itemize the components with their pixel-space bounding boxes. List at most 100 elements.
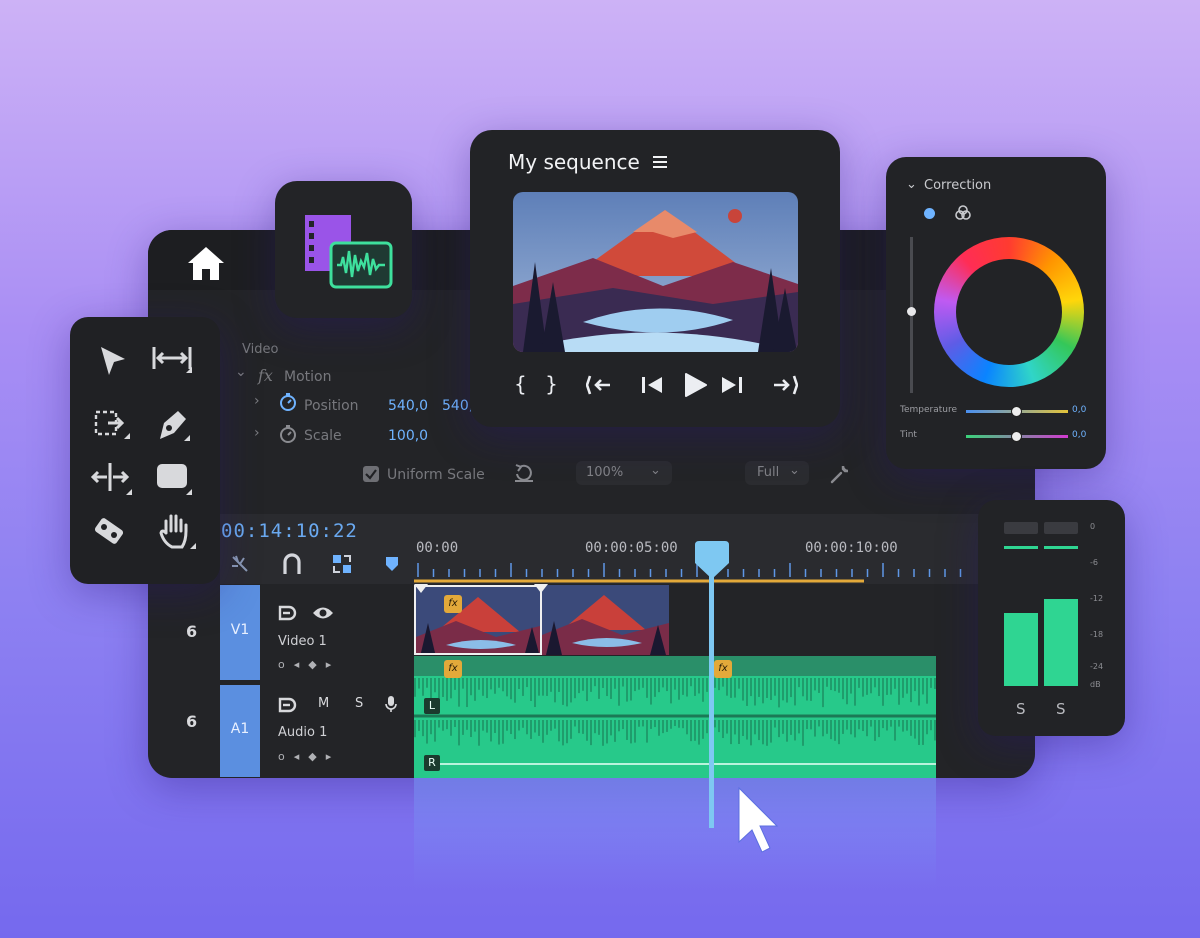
waveform-bar <box>566 720 568 744</box>
go-to-in-icon[interactable] <box>586 374 614 396</box>
waveform-bar <box>642 678 644 688</box>
waveform-bar <box>598 678 600 699</box>
solo-button[interactable]: S <box>355 696 363 711</box>
scale-chevron[interactable]: › <box>254 425 260 441</box>
position-y-value[interactable]: 540, <box>442 398 473 414</box>
audio-track-lock[interactable]: 6 <box>186 712 197 731</box>
razor-tool-icon[interactable] <box>90 513 130 553</box>
waveform-bar <box>510 678 512 700</box>
waveform-bar <box>742 720 744 736</box>
mute-button[interactable]: M <box>318 696 329 711</box>
snap-off-icon[interactable] <box>228 552 252 576</box>
meter-peak-hold-left <box>1004 546 1038 549</box>
mark-in-out-buttons[interactable]: { } <box>514 372 564 396</box>
scale-value[interactable]: 100,0 <box>388 428 428 444</box>
linked-selection-icon[interactable] <box>330 552 354 576</box>
wrench-icon[interactable] <box>828 462 852 486</box>
solo-right-button[interactable]: S <box>1056 700 1066 718</box>
step-back-icon[interactable] <box>640 374 664 396</box>
microphone-icon[interactable] <box>385 695 397 713</box>
reset-icon[interactable] <box>512 462 536 484</box>
playhead-line[interactable] <box>709 566 714 828</box>
toggle-sync-icon[interactable] <box>277 604 297 622</box>
waveform-bar <box>438 720 440 728</box>
waveform-bar <box>778 678 780 708</box>
luma-slider-handle[interactable] <box>907 307 916 316</box>
waveform-bar <box>614 678 616 689</box>
audio-fx-badge[interactable]: fx <box>714 660 732 678</box>
playhead-handle[interactable] <box>693 539 731 581</box>
waveform-bar <box>450 678 452 699</box>
curves-mode-icon[interactable] <box>954 204 972 222</box>
waveform-bar <box>814 678 816 691</box>
solo-left-button[interactable]: S <box>1016 700 1026 718</box>
play-icon[interactable] <box>682 372 708 398</box>
waveform-bar <box>874 720 876 741</box>
step-forward-icon[interactable] <box>720 374 744 396</box>
effects-section-label: Video <box>242 342 279 357</box>
temperature-value[interactable]: 0,0 <box>1072 405 1086 415</box>
waveform-bar <box>722 720 724 739</box>
selection-tool-icon[interactable] <box>98 345 128 379</box>
magnet-icon[interactable] <box>281 552 303 576</box>
waveform-bar <box>738 720 740 744</box>
go-to-out-icon[interactable] <box>770 374 798 396</box>
waveform-bar <box>914 720 916 739</box>
audio-fx-badge[interactable]: fx <box>444 660 462 678</box>
audio-keyframe-controls[interactable]: o◂◆▸ <box>278 750 340 763</box>
position-chevron[interactable]: › <box>254 393 260 409</box>
waveform-bar <box>774 720 776 728</box>
waveform-bar <box>626 720 628 740</box>
position-stopwatch-icon[interactable] <box>278 392 298 412</box>
rectangle-tool-icon[interactable] <box>154 459 194 497</box>
waveform-bar <box>630 720 632 744</box>
video-clip-1[interactable] <box>414 585 542 655</box>
waveform-bar <box>514 720 516 740</box>
zoom-dropdown[interactable]: 100% ⌄ <box>576 461 672 485</box>
tint-slider-handle[interactable] <box>1011 431 1022 442</box>
waveform-bar <box>830 720 832 740</box>
waveform-bar <box>762 720 764 745</box>
motion-chevron[interactable]: ⌄ <box>235 364 247 380</box>
temperature-slider-handle[interactable] <box>1011 406 1022 417</box>
waveform-bar <box>526 678 528 688</box>
correction-chevron-icon[interactable]: ⌄ <box>906 177 917 192</box>
video-target-button[interactable]: V1 <box>220 585 260 680</box>
eye-icon[interactable] <box>312 604 334 622</box>
video-track-lock[interactable]: 6 <box>186 622 197 641</box>
waveform-bar <box>490 720 492 742</box>
slip-tool-icon[interactable] <box>90 459 134 497</box>
waveform-bar <box>598 720 600 735</box>
video-keyframe-controls[interactable]: o◂◆▸ <box>278 658 340 671</box>
audio-clip[interactable] <box>414 656 936 778</box>
marker-icon[interactable] <box>384 555 400 573</box>
waveform-bar <box>498 720 500 745</box>
waveform-bar <box>690 678 692 687</box>
waveform-bar <box>634 678 636 692</box>
home-icon[interactable] <box>184 244 228 284</box>
wheel-mode-icon[interactable] <box>924 208 935 219</box>
quality-dropdown[interactable]: Full ⌄ <box>745 461 809 485</box>
ripple-edit-tool-icon[interactable] <box>92 407 132 443</box>
clip-fx-badge[interactable]: fx <box>444 595 462 613</box>
waveform-bar <box>462 678 464 689</box>
hand-tool-icon[interactable] <box>156 511 196 551</box>
timecode[interactable]: 00:14:10:22 <box>221 520 358 542</box>
waveform-bar <box>474 678 476 701</box>
audio-target-button[interactable]: A1 <box>220 685 260 777</box>
track-select-tool-icon[interactable] <box>150 343 194 377</box>
color-wheel[interactable] <box>934 237 1084 387</box>
pen-tool-icon[interactable] <box>152 405 192 445</box>
tint-value[interactable]: 0,0 <box>1072 430 1086 440</box>
position-x-value[interactable]: 540,0 <box>388 398 428 414</box>
toggle-sync-icon[interactable] <box>277 696 297 714</box>
waveform-bar <box>790 720 792 735</box>
program-video-frame[interactable] <box>513 192 798 352</box>
video-clip-2[interactable] <box>542 585 669 655</box>
waveform-bar <box>746 720 748 740</box>
uniform-scale-checkbox[interactable] <box>363 466 379 482</box>
hamburger-icon[interactable] <box>652 154 668 170</box>
scale-stopwatch-icon[interactable] <box>278 424 298 444</box>
waveform-bar <box>886 720 888 731</box>
media-panel[interactable] <box>275 181 412 318</box>
